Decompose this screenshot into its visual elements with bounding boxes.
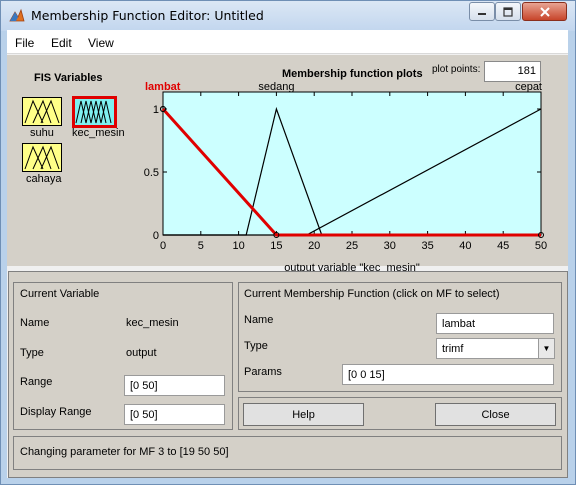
plot-area — [162, 91, 542, 236]
cv-name-label: Name — [20, 317, 50, 329]
x-tick-label: 0 — [160, 240, 166, 252]
x-tick-label: 20 — [308, 240, 320, 252]
mf-name-input[interactable]: lambat — [436, 313, 554, 334]
x-tick-label: 15 — [270, 240, 282, 252]
x-tick-label: 30 — [384, 240, 396, 252]
cv-type-value: output — [126, 347, 157, 359]
mf-type-value: trimf — [442, 343, 464, 355]
mf-name-label: Name — [244, 314, 274, 326]
x-tick-label: 40 — [459, 240, 471, 252]
cv-name-value: kec_mesin — [126, 317, 179, 329]
y-tick-label: 1 — [153, 104, 159, 116]
mf-label-cepat: cepat — [515, 81, 542, 93]
status-text: Changing parameter for MF 3 to [19 50 50… — [20, 446, 229, 458]
y-tick-label: 0.5 — [144, 167, 159, 179]
cv-range-label: Range — [20, 376, 53, 388]
mf-params-label: Params — [244, 366, 282, 378]
y-tick-label: 0 — [153, 230, 159, 242]
mf-type-select[interactable]: trimf ▼ — [436, 338, 555, 359]
x-tick-label: 45 — [497, 240, 509, 252]
current-variable-header: Current Variable — [20, 288, 100, 300]
mf-params-input[interactable]: [0 0 15] — [342, 364, 554, 385]
x-tick-label: 5 — [198, 240, 204, 252]
mf-label-sedang: sedang — [258, 81, 294, 93]
display-range-input[interactable]: [0 50] — [124, 404, 225, 425]
x-tick-label: 25 — [346, 240, 358, 252]
close-button[interactable]: Close — [435, 403, 556, 426]
cv-display-range-label: Display Range — [20, 406, 92, 418]
current-mf-header: Current Membership Function (click on MF… — [244, 288, 500, 300]
help-button[interactable]: Help — [243, 403, 364, 426]
chevron-down-icon[interactable]: ▼ — [538, 339, 554, 358]
mf-label-lambat: lambat — [145, 81, 181, 93]
x-tick-label: 10 — [232, 240, 244, 252]
cv-type-label: Type — [20, 347, 44, 359]
mf-type-label: Type — [244, 340, 268, 352]
x-tick-label: 35 — [421, 240, 433, 252]
x-tick-label: 50 — [535, 240, 547, 252]
range-input[interactable]: [0 50] — [124, 375, 225, 396]
